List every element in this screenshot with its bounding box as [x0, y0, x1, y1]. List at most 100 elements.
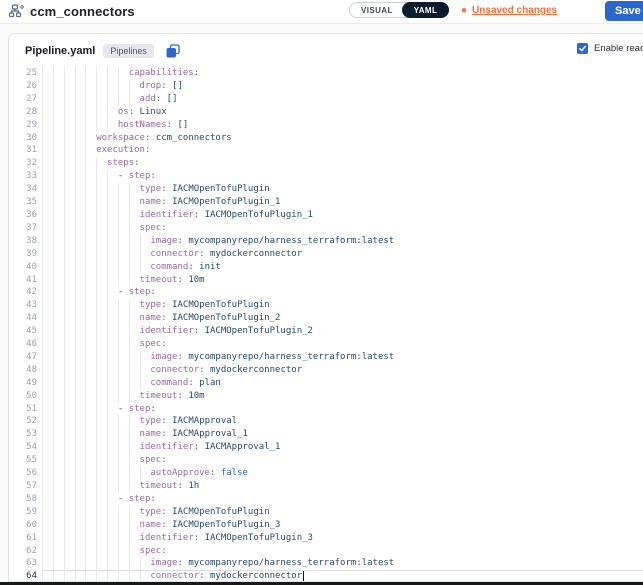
code-text: - step: [42, 494, 156, 504]
code-line-30[interactable]: 30 workspace: ccm_connectors [9, 132, 643, 145]
code-line-56[interactable]: 56 autoApprove: false [9, 467, 643, 480]
line-number: 29 [9, 119, 37, 132]
code-text: timeout: 10m [42, 391, 205, 401]
code-text: type: IACMOpenTofuPlugin [42, 507, 270, 517]
top-header-bar: ccm_connectors VISUAL YAML ● Unsaved cha… [0, 0, 643, 24]
code-line-39[interactable]: 39 connector: mydockerconnector [9, 248, 643, 261]
code-line-58[interactable]: 58 - step: [9, 493, 643, 506]
enable-readonly-control[interactable]: Enable read/ [577, 43, 643, 54]
code-text: name: IACMApproval_1 [42, 429, 248, 439]
line-number: 33 [9, 170, 37, 183]
line-number: 42 [9, 286, 37, 299]
pipeline-stages-icon [8, 3, 24, 19]
code-text: identifier: IACMOpenTofuPlugin_1 [42, 210, 313, 220]
code-line-52[interactable]: 52 type: IACMApproval [9, 415, 643, 428]
code-line-34[interactable]: 34 type: IACMOpenTofuPlugin [9, 183, 643, 196]
unsaved-changes-link[interactable]: ● Unsaved changes [461, 5, 557, 16]
code-text: drop: [] [42, 81, 183, 91]
code-text: os: Linux [42, 107, 167, 117]
code-text: command: init [42, 262, 221, 272]
code-line-53[interactable]: 53 name: IACMApproval_1 [9, 428, 643, 441]
line-number: 25 [9, 67, 37, 80]
line-number: 54 [9, 441, 37, 454]
code-line-33[interactable]: 33 - step: [9, 170, 643, 183]
line-number: 40 [9, 261, 37, 274]
code-text: identifier: IACMOpenTofuPlugin_2 [42, 326, 313, 336]
unsaved-changes-label[interactable]: Unsaved changes [472, 5, 557, 16]
code-line-27[interactable]: 27 add: [] [9, 93, 643, 106]
code-line-38[interactable]: 38 image: mycompanyrepo/harness_terrafor… [9, 235, 643, 248]
code-line-61[interactable]: 61 identifier: IACMOpenTofuPlugin_3 [9, 532, 643, 545]
code-line-48[interactable]: 48 connector: mydockerconnector [9, 364, 643, 377]
code-text: connector: mydockerconnector [42, 249, 302, 259]
line-number: 61 [9, 532, 37, 545]
code-line-46[interactable]: 46 spec: [9, 338, 643, 351]
code-line-28[interactable]: 28 os: Linux [9, 106, 643, 119]
code-line-29[interactable]: 29 hostNames: [] [9, 119, 643, 132]
line-number: 32 [9, 157, 37, 170]
line-number: 31 [9, 144, 37, 157]
line-number: 26 [9, 80, 37, 93]
line-number: 36 [9, 209, 37, 222]
line-number: 41 [9, 274, 37, 287]
code-text: - step: [42, 171, 156, 181]
code-line-60[interactable]: 60 name: IACMOpenTofuPlugin_3 [9, 519, 643, 532]
toggle-visual-option[interactable]: VISUAL [350, 6, 402, 15]
code-line-26[interactable]: 26 drop: [] [9, 80, 643, 93]
line-number: 64 [9, 570, 37, 581]
line-number: 46 [9, 338, 37, 351]
enable-readonly-label: Enable read/ [594, 43, 643, 54]
line-number: 56 [9, 467, 37, 480]
toggle-yaml-option[interactable]: YAML [402, 2, 450, 18]
line-number: 48 [9, 364, 37, 377]
line-number: 28 [9, 106, 37, 119]
save-button-label[interactable]: Save [605, 5, 643, 17]
code-line-49[interactable]: 49 command: plan [9, 377, 643, 390]
save-button[interactable]: Save ▼ [605, 1, 643, 21]
code-line-51[interactable]: 51 - step: [9, 403, 643, 416]
line-number: 38 [9, 235, 37, 248]
code-line-32[interactable]: 32 steps: [9, 157, 643, 170]
code-line-47[interactable]: 47 image: mycompanyrepo/harness_terrafor… [9, 351, 643, 364]
code-line-50[interactable]: 50 timeout: 10m [9, 390, 643, 403]
code-line-42[interactable]: 42 - step: [9, 286, 643, 299]
code-line-36[interactable]: 36 identifier: IACMOpenTofuPlugin_1 [9, 209, 643, 222]
line-number: 60 [9, 519, 37, 532]
code-line-43[interactable]: 43 type: IACMOpenTofuPlugin [9, 299, 643, 312]
code-line-31[interactable]: 31 execution: [9, 144, 643, 157]
code-line-44[interactable]: 44 name: IACMOpenTofuPlugin_2 [9, 312, 643, 325]
code-text: spec: [42, 339, 167, 349]
code-line-54[interactable]: 54 identifier: IACMApproval_1 [9, 441, 643, 454]
yaml-editor[interactable]: 25 capabilities:26 drop: []27 add: []28 … [9, 67, 643, 581]
code-text: connector: mydockerconnector [42, 571, 304, 581]
line-number: 27 [9, 93, 37, 106]
code-line-41[interactable]: 41 timeout: 10m [9, 274, 643, 287]
code-line-35[interactable]: 35 name: IACMOpenTofuPlugin_1 [9, 196, 643, 209]
copy-icon[interactable] [166, 44, 180, 58]
line-number: 51 [9, 403, 37, 416]
code-line-25[interactable]: 25 capabilities: [9, 67, 643, 80]
code-line-62[interactable]: 62 spec: [9, 545, 643, 558]
code-line-63[interactable]: 63 image: mycompanyrepo/harness_terrafor… [9, 557, 643, 570]
code-text: command: plan [42, 378, 221, 388]
code-text: add: [] [42, 94, 178, 104]
code-line-57[interactable]: 57 timeout: 1h [9, 480, 643, 493]
code-text: spec: [42, 455, 167, 465]
code-text: timeout: 1h [42, 481, 199, 491]
code-line-45[interactable]: 45 identifier: IACMOpenTofuPlugin_2 [9, 325, 643, 338]
line-number: 45 [9, 325, 37, 338]
code-line-55[interactable]: 55 spec: [9, 454, 643, 467]
code-line-64[interactable]: 64 connector: mydockerconnector [9, 570, 643, 581]
line-number: 52 [9, 415, 37, 428]
visual-yaml-toggle[interactable]: VISUAL YAML [349, 2, 449, 18]
code-text: image: mycompanyrepo/harness_terraform:l… [42, 558, 394, 568]
line-number: 58 [9, 493, 37, 506]
code-line-59[interactable]: 59 type: IACMOpenTofuPlugin [9, 506, 643, 519]
code-text: identifier: IACMOpenTofuPlugin_3 [42, 533, 313, 543]
code-text: image: mycompanyrepo/harness_terraform:l… [42, 236, 394, 246]
code-line-40[interactable]: 40 command: init [9, 261, 643, 274]
code-text: timeout: 10m [42, 275, 205, 285]
code-line-37[interactable]: 37 spec: [9, 222, 643, 235]
enable-readonly-checkbox[interactable] [577, 43, 588, 54]
code-text: hostNames: [] [42, 120, 188, 130]
